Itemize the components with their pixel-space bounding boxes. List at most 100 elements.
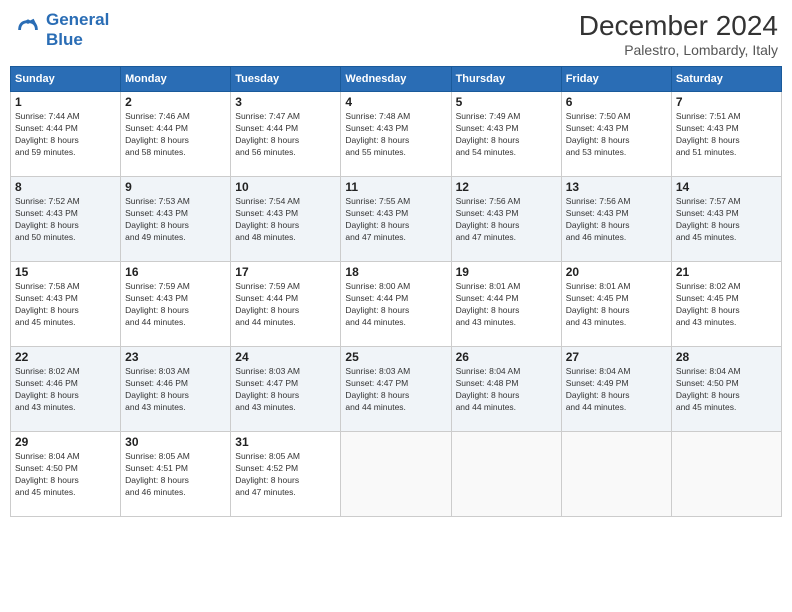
day-info: Sunrise: 7:53 AMSunset: 4:43 PMDaylight:… (125, 196, 226, 244)
calendar-cell-w4-d2: 24Sunrise: 8:03 AMSunset: 4:47 PMDayligh… (231, 347, 341, 432)
calendar-cell-w2-d5: 13Sunrise: 7:56 AMSunset: 4:43 PMDayligh… (561, 177, 671, 262)
day-info: Sunrise: 7:56 AMSunset: 4:43 PMDaylight:… (566, 196, 667, 244)
title-block: December 2024 Palestro, Lombardy, Italy (579, 10, 778, 58)
day-number: 24 (235, 350, 336, 364)
calendar-cell-w5-d6 (671, 432, 781, 517)
day-number: 7 (676, 95, 777, 109)
day-info: Sunrise: 8:04 AMSunset: 4:49 PMDaylight:… (566, 366, 667, 414)
day-number: 3 (235, 95, 336, 109)
calendar-cell-w3-d0: 15 Sunrise: 7:58 AMSunset: 4:43 PMDayligh… (11, 262, 121, 347)
weekday-header-sunday: Sunday (11, 67, 121, 92)
day-info: Sunrise: 7:58 AMSunset: 4:43 PMDaylight:… (15, 281, 116, 329)
day-info: Sunrise: 8:05 AMSunset: 4:52 PMDaylight:… (235, 451, 336, 499)
day-number: 30 (125, 435, 226, 449)
calendar-week-4: 22Sunrise: 8:02 AMSunset: 4:46 PMDayligh… (11, 347, 782, 432)
day-number: 22 (15, 350, 116, 364)
day-number: 1 (15, 95, 116, 109)
calendar-table: SundayMondayTuesdayWednesdayThursdayFrid… (10, 66, 782, 517)
day-info: Sunrise: 7:59 AMSunset: 4:43 PMDaylight:… (125, 281, 226, 329)
logo: General Blue (14, 10, 109, 50)
day-number: 29 (15, 435, 116, 449)
day-number: 28 (676, 350, 777, 364)
day-number: 4 (345, 95, 446, 109)
day-number: 23 (125, 350, 226, 364)
calendar-cell-w1-d4: 5Sunrise: 7:49 AMSunset: 4:43 PMDaylight… (451, 92, 561, 177)
day-info: Sunrise: 7:52 AMSunset: 4:43 PMDaylight:… (15, 196, 116, 244)
calendar-cell-w1-d6: 7 Sunrise: 7:51 AMSunset: 4:43 PMDaylight… (671, 92, 781, 177)
day-info: Sunrise: 7:56 AMSunset: 4:43 PMDaylight:… (456, 196, 557, 244)
day-number: 14 (676, 180, 777, 194)
weekday-header-thursday: Thursday (451, 67, 561, 92)
day-number: 2 (125, 95, 226, 109)
day-number: 12 (456, 180, 557, 194)
calendar-cell-w1-d5: 6Sunrise: 7:50 AMSunset: 4:43 PMDaylight… (561, 92, 671, 177)
calendar-cell-w4-d3: 25Sunrise: 8:03 AMSunset: 4:47 PMDayligh… (341, 347, 451, 432)
calendar-cell-w2-d2: 10 Sunrise: 7:54 AMSunset: 4:43 PMDayligh… (231, 177, 341, 262)
day-number: 11 (345, 180, 446, 194)
calendar-cell-w1-d2: 3Sunrise: 7:47 AMSunset: 4:44 PMDaylight… (231, 92, 341, 177)
logo-icon (14, 16, 42, 44)
logo-text: General Blue (46, 10, 109, 50)
day-info: Sunrise: 8:03 AMSunset: 4:46 PMDaylight:… (125, 366, 226, 414)
day-info: Sunrise: 8:01 AMSunset: 4:44 PMDaylight:… (456, 281, 557, 329)
calendar-cell-w4-d1: 23 Sunrise: 8:03 AMSunset: 4:46 PMDayligh… (121, 347, 231, 432)
day-number: 26 (456, 350, 557, 364)
calendar-cell-w2-d0: 8 Sunrise: 7:52 AMSunset: 4:43 PMDaylight… (11, 177, 121, 262)
day-info: Sunrise: 7:46 AMSunset: 4:44 PMDaylight:… (125, 111, 226, 159)
calendar-cell-w5-d2: 31Sunrise: 8:05 AMSunset: 4:52 PMDayligh… (231, 432, 341, 517)
calendar-cell-w5-d1: 30Sunrise: 8:05 AMSunset: 4:51 PMDayligh… (121, 432, 231, 517)
calendar-cell-w5-d5 (561, 432, 671, 517)
day-number: 17 (235, 265, 336, 279)
weekday-header-monday: Monday (121, 67, 231, 92)
calendar-cell-w5-d3 (341, 432, 451, 517)
calendar-cell-w3-d1: 16 Sunrise: 7:59 AMSunset: 4:43 PMDayligh… (121, 262, 231, 347)
day-info: Sunrise: 8:00 AMSunset: 4:44 PMDaylight:… (345, 281, 446, 329)
calendar-cell-w2-d1: 9 Sunrise: 7:53 AMSunset: 4:43 PMDaylight… (121, 177, 231, 262)
day-number: 21 (676, 265, 777, 279)
day-number: 18 (345, 265, 446, 279)
calendar-cell-w3-d2: 17 Sunrise: 7:59 AMSunset: 4:44 PMDayligh… (231, 262, 341, 347)
calendar-cell-w4-d4: 26 Sunrise: 8:04 AMSunset: 4:48 PMDayligh… (451, 347, 561, 432)
calendar-cell-w2-d4: 12 Sunrise: 7:56 AMSunset: 4:43 PMDayligh… (451, 177, 561, 262)
calendar-cell-w1-d1: 2 Sunrise: 7:46 AMSunset: 4:44 PMDaylight… (121, 92, 231, 177)
calendar-cell-w1-d0: 1Sunrise: 7:44 AMSunset: 4:44 PMDaylight… (11, 92, 121, 177)
day-number: 8 (15, 180, 116, 194)
day-number: 27 (566, 350, 667, 364)
calendar-week-5: 29Sunrise: 8:04 AMSunset: 4:50 PMDayligh… (11, 432, 782, 517)
calendar-week-2: 8 Sunrise: 7:52 AMSunset: 4:43 PMDaylight… (11, 177, 782, 262)
day-info: Sunrise: 7:54 AMSunset: 4:43 PMDaylight:… (235, 196, 336, 244)
calendar-cell-w4-d0: 22Sunrise: 8:02 AMSunset: 4:46 PMDayligh… (11, 347, 121, 432)
day-number: 10 (235, 180, 336, 194)
calendar-cell-w4-d5: 27 Sunrise: 8:04 AMSunset: 4:49 PMDayligh… (561, 347, 671, 432)
weekday-header-friday: Friday (561, 67, 671, 92)
calendar-cell-w1-d3: 4 Sunrise: 7:48 AMSunset: 4:43 PMDaylight… (341, 92, 451, 177)
calendar-week-3: 15 Sunrise: 7:58 AMSunset: 4:43 PMDayligh… (11, 262, 782, 347)
month-title: December 2024 (579, 10, 778, 42)
day-number: 5 (456, 95, 557, 109)
day-number: 16 (125, 265, 226, 279)
day-info: Sunrise: 7:59 AMSunset: 4:44 PMDaylight:… (235, 281, 336, 329)
calendar-cell-w2-d3: 11 Sunrise: 7:55 AMSunset: 4:43 PMDayligh… (341, 177, 451, 262)
calendar-cell-w5-d0: 29Sunrise: 8:04 AMSunset: 4:50 PMDayligh… (11, 432, 121, 517)
day-info: Sunrise: 7:51 AMSunset: 4:43 PMDaylight:… (676, 111, 777, 159)
weekday-header-row: SundayMondayTuesdayWednesdayThursdayFrid… (11, 67, 782, 92)
calendar-body: 1Sunrise: 7:44 AMSunset: 4:44 PMDaylight… (11, 92, 782, 517)
day-info: Sunrise: 7:48 AMSunset: 4:43 PMDaylight:… (345, 111, 446, 159)
day-number: 25 (345, 350, 446, 364)
calendar-cell-w4-d6: 28 Sunrise: 8:04 AMSunset: 4:50 PMDayligh… (671, 347, 781, 432)
calendar-cell-w5-d4 (451, 432, 561, 517)
day-info: Sunrise: 8:04 AMSunset: 4:48 PMDaylight:… (456, 366, 557, 414)
calendar-cell-w3-d3: 18 Sunrise: 8:00 AMSunset: 4:44 PMDayligh… (341, 262, 451, 347)
weekday-header-tuesday: Tuesday (231, 67, 341, 92)
day-info: Sunrise: 8:02 AMSunset: 4:45 PMDaylight:… (676, 281, 777, 329)
day-info: Sunrise: 7:55 AMSunset: 4:43 PMDaylight:… (345, 196, 446, 244)
day-number: 15 (15, 265, 116, 279)
day-info: Sunrise: 7:50 AMSunset: 4:43 PMDaylight:… (566, 111, 667, 159)
day-number: 9 (125, 180, 226, 194)
day-info: Sunrise: 8:04 AMSunset: 4:50 PMDaylight:… (676, 366, 777, 414)
calendar-cell-w3-d6: 21 Sunrise: 8:02 AMSunset: 4:45 PMDayligh… (671, 262, 781, 347)
day-info: Sunrise: 7:57 AMSunset: 4:43 PMDaylight:… (676, 196, 777, 244)
weekday-header-wednesday: Wednesday (341, 67, 451, 92)
day-info: Sunrise: 8:01 AMSunset: 4:45 PMDaylight:… (566, 281, 667, 329)
day-number: 20 (566, 265, 667, 279)
